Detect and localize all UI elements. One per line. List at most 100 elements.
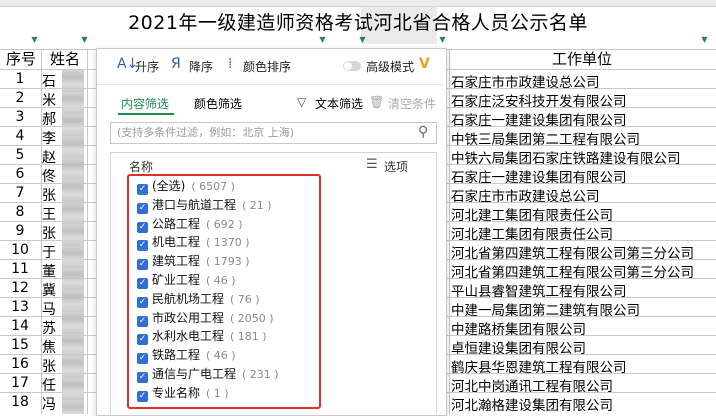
checkbox-checked-icon[interactable]: ✓ [137,184,148,195]
search-icon[interactable]: ⚲ [418,124,428,140]
filter-item-label: 专业名称 [152,385,201,400]
row-seq-cell[interactable]: 10 [0,242,40,258]
checkbox-checked-icon[interactable]: ✓ [137,315,148,327]
checkbox-checked-icon[interactable]: ✓ [137,372,148,383]
checkbox-checked-icon[interactable]: ✓ [137,240,148,252]
filter-button-name[interactable]: ▼ [80,35,89,44]
color-sort-button[interactable]: 颜色排序 [243,58,291,75]
filter-item[interactable]: ✓ (全选) ( 6507 ) [137,178,235,195]
filter-item-count: ( 6507 ) [191,180,235,193]
search-input[interactable]: (支持多条件过滤，例如：北京 上海) [110,122,437,144]
checkbox-checked-icon[interactable]: ✓ [137,296,148,308]
advanced-mode-label: 高级模式 [366,60,415,74]
filter-item-count: ( 181 ) [230,330,267,344]
filter-item-label: 水利水电工程 [152,329,225,344]
row-seq-cell[interactable]: 18 [0,394,40,410]
row-name-cell[interactable]: 冯 [42,394,64,414]
filter-item[interactable]: ✓ 公路工程 ( 692 ) [137,216,243,233]
filter-item-count: ( 1 ) [206,386,229,400]
redacted-names [62,70,84,414]
filter-item-label: 建筑工程 [152,254,201,269]
filter-item-count: ( 692 ) [206,217,243,231]
checkbox-checked-icon[interactable]: ✓ [137,221,148,233]
filter-item[interactable]: ✓ 专业名称 ( 1 ) [137,385,229,402]
filter-button-col[interactable]: ▼ [358,35,367,44]
row-seq-cell[interactable]: 9 [0,223,40,239]
menu-icon: ☰ [366,157,378,172]
row-seq-cell[interactable]: 11 [0,261,40,277]
filter-button-col[interactable]: ▼ [438,35,447,44]
filter-item[interactable]: ✓ 民航机场工程 ( 76 ) [137,291,260,308]
filter-item-count: ( 1370 ) [206,236,250,250]
options-button[interactable]: 选项 [384,158,408,175]
vip-icon: V [419,56,430,72]
row-seq-cell[interactable]: 14 [0,318,40,334]
row-seq-cell[interactable]: 13 [0,299,40,315]
checkbox-checked-icon[interactable]: ✓ [137,390,148,402]
row-seq-cell[interactable]: 4 [0,128,40,144]
filter-button-col[interactable]: ▼ [318,35,327,44]
sort-desc-button[interactable]: 降序 [189,58,213,75]
grid-line [449,49,450,414]
filter-item[interactable]: ✓ 通信与广电工程 ( 231 ) [137,366,279,383]
filter-item-label: 通信与广电工程 [152,367,237,381]
header-name: 姓名 [49,50,80,68]
divider [97,84,444,85]
filter-item[interactable]: ✓ 市政公用工程 ( 2050 ) [137,310,274,327]
filter-item-label: (全选) [152,179,186,193]
filter-item-count: ( 2050 ) [230,311,274,325]
row-company-cell[interactable]: 河北瀚格建设集团有限公司 [451,394,613,414]
header-company: 工作单位 [551,50,612,68]
list-header: 名称 [129,160,154,174]
checkbox-checked-icon[interactable]: ✓ [137,278,148,289]
text-filter-button[interactable]: 文本筛选 [315,95,363,112]
row-seq-cell[interactable]: 6 [0,166,40,182]
filter-item[interactable]: ✓ 矿业工程 ( 46 ) [137,272,236,289]
filter-item-label: 民航机场工程 [152,291,225,306]
active-tab-indicator [118,113,174,115]
checkbox-checked-icon[interactable]: ✓ [137,202,148,214]
row-seq-cell[interactable]: 16 [0,356,40,372]
grid-line [87,49,88,414]
row-seq-cell[interactable]: 12 [0,280,40,296]
filter-item-label: 港口与航道工程 [152,197,237,212]
filter-item[interactable]: ✓ 港口与航道工程 ( 21 ) [137,197,272,214]
filter-button-company[interactable]: ▼ [700,35,709,44]
filter-item[interactable]: ✓ 建筑工程 ( 1793 ) [137,253,250,271]
funnel-icon: ▽ [297,95,307,109]
row-seq-cell[interactable]: 8 [0,204,40,220]
filter-item-label: 铁路工程 [152,348,201,363]
row-seq-cell[interactable]: 7 [0,185,40,201]
row-seq-cell[interactable]: 3 [0,109,40,125]
header-seq: 序号 [5,50,36,68]
filter-item-label: 市政公用工程 [152,310,225,325]
filter-item-label: 公路工程 [152,216,201,231]
row-seq-cell[interactable]: 5 [0,147,40,163]
filter-item-label: 机电工程 [152,235,201,250]
filter-item-count: ( 46 ) [206,349,236,363]
filter-item-count: ( 231 ) [242,368,279,381]
checkbox-checked-icon[interactable]: ✓ [137,353,148,365]
color-sort-icon: ⁞ [228,56,233,72]
checkbox-checked-icon[interactable]: ✓ [137,259,148,271]
filter-item-label: 矿业工程 [152,273,201,287]
tab-color-filter[interactable]: 颜色筛选 [194,95,242,112]
trash-icon: 🗑 [369,95,385,109]
filter-item[interactable]: ✓ 机电工程 ( 1370 ) [137,234,250,252]
filter-item-count: ( 76 ) [230,292,260,306]
sort-asc-button[interactable]: 升序 [135,58,159,75]
filter-button-seq[interactable]: ▼ [30,35,39,44]
tab-content-filter[interactable]: 内容筛选 [121,95,169,112]
checkbox-checked-icon[interactable]: ✓ [137,334,148,346]
filter-item[interactable]: ✓ 水利水电工程 ( 181 ) [137,328,267,346]
row-seq-cell[interactable]: 1 [0,71,40,87]
filter-item[interactable]: ✓ 铁路工程 ( 46 ) [137,347,236,365]
clear-conditions-button[interactable]: 清空条件 [388,95,436,112]
sort-desc-icon: Я [171,56,181,72]
row-seq-cell[interactable]: 15 [0,337,40,353]
row-seq-cell[interactable]: 17 [0,375,40,391]
row-seq-cell[interactable]: 2 [0,90,40,106]
advanced-mode-toggle[interactable] [343,61,361,71]
filter-item-count: ( 21 ) [242,198,272,212]
filter-item-count: ( 46 ) [206,274,236,287]
